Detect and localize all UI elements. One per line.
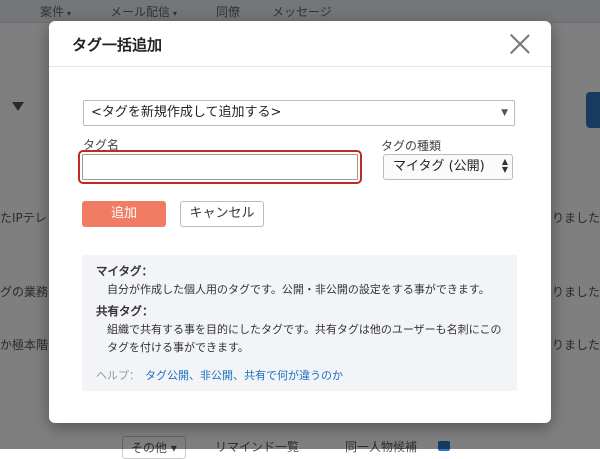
shared-tag-description-line1: 組織で共有する事を目的にしたタグです。共有タグは他のユーザーも名刺にこの — [107, 323, 502, 336]
shared-tag-description-line2: タグを付ける事ができます。 — [107, 341, 249, 354]
tag-name-label: タグ名 — [83, 138, 120, 152]
cancel-button[interactable]: キャンセル — [180, 201, 264, 227]
tag-type-label: タグの種類 — [381, 139, 442, 153]
shared-tag-heading: 共有タグ： — [96, 304, 154, 318]
help-link[interactable]: タグ公開、非公開、共有で何が違うのか — [145, 367, 343, 383]
dialog-title: タグ一括追加 — [72, 36, 163, 54]
tag-name-input[interactable] — [78, 150, 362, 184]
my-tag-description: 自分が作成した個人用のタグです。公開・非公開の設定をする事ができます。 — [107, 283, 490, 296]
my-tag-heading: マイタグ： — [96, 264, 154, 278]
chevron-down-icon: ▼ — [501, 108, 508, 118]
tag-select-dropdown[interactable]: <タグを新規作成して追加する> ▼ — [83, 100, 515, 126]
tag-type-select[interactable]: マイタグ (公開) ▲ ▼ — [383, 154, 513, 180]
help-label: ヘルプ： — [96, 369, 140, 382]
close-icon[interactable] — [509, 33, 531, 55]
add-button[interactable]: 追加 — [82, 201, 166, 227]
tag-type-value: マイタグ (公開) — [393, 159, 485, 174]
bulk-add-tag-dialog: タグ一括追加 <タグを新規作成して追加する> ▼ タグ名 タグの種類 マイタグ … — [49, 21, 551, 423]
tag-select-value: <タグを新規作成して追加する> — [91, 105, 282, 120]
dialog-header: タグ一括追加 — [49, 21, 551, 67]
select-stepper-icon: ▲ ▼ — [501, 157, 508, 174]
tag-type-help-box: マイタグ： 自分が作成した個人用のタグです。公開・非公開の設定をする事ができます… — [82, 255, 517, 391]
